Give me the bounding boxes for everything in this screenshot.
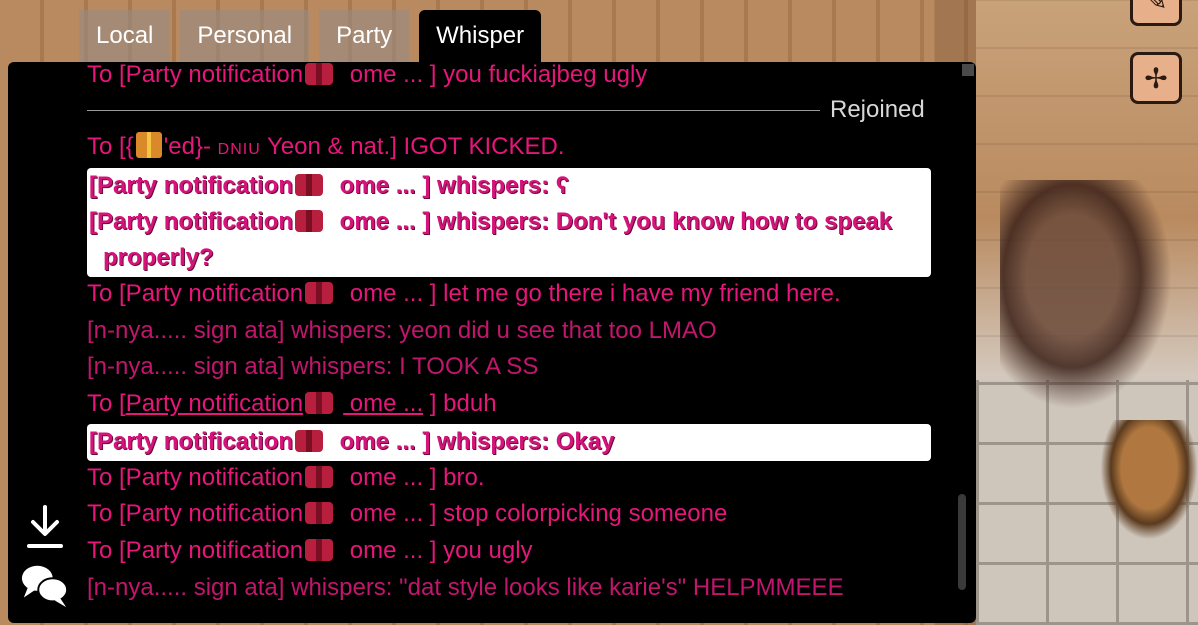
game-table [1100,420,1198,540]
recipient-link[interactable]: Party notification [126,390,303,417]
scroll-corner [962,64,974,76]
gift-icon [135,132,162,158]
chat-tabs: Local Personal Party Whisper [79,10,542,62]
chat-log[interactable]: To [Party notification ome ... ] you fuc… [8,62,976,623]
game-menu-icon[interactable]: ✎ [1130,0,1182,26]
chat-message: To [Party notification ome ... ] let me … [87,280,841,307]
chat-bubbles-icon [21,565,69,608]
game-character [1000,180,1180,420]
highlighted-message: [Party notification ome ... ] whispers: … [87,424,931,461]
separator-line [87,110,820,111]
rejoined-label: Rejoined [830,96,925,123]
tab-local[interactable]: Local [79,10,171,62]
bow-icon [305,466,334,488]
scrollbar[interactable] [958,494,966,590]
bow-icon [295,430,324,452]
bow-icon [305,392,334,414]
chat-message: [n-nya..... sign ata] whispers: "dat sty… [87,574,844,601]
bow-icon [305,539,334,561]
chat-message: To [Party notification ome ... ] bro. [87,464,485,491]
bow-icon [305,63,334,85]
chat-message: To [Party notification ome ... ] bduh [87,390,497,417]
chat-toggle-button[interactable] [20,556,70,614]
chat-message: To [Party notification ome ... ] stop co… [87,500,728,527]
tab-whisper[interactable]: Whisper [419,10,542,62]
bow-icon [305,502,334,524]
chat-message: [n-nya..... sign ata] whispers: I TOOK A… [87,353,539,380]
chat-message: To [Party notification ome ... ] you ugl… [87,537,533,564]
tab-party[interactable]: Party [319,10,410,62]
chat-message: [n-nya..... sign ata] whispers: yeon did… [87,317,717,344]
highlighted-message: [Party notification ome ... ] whispers: … [87,168,931,277]
emote-icon[interactable]: ✢ [1130,52,1182,104]
tab-personal[interactable]: Personal [180,10,310,62]
chat-message: To [Party notification ome ... ] you fuc… [87,62,648,88]
download-icon [27,505,63,548]
bow-icon [295,174,324,196]
scroll-to-bottom-button[interactable] [20,502,70,552]
bow-icon [305,282,334,304]
bow-icon [295,210,324,232]
chat-message: To [{'ed}- DNIU Yeon & nat.] IGOT KICKED… [87,132,565,160]
